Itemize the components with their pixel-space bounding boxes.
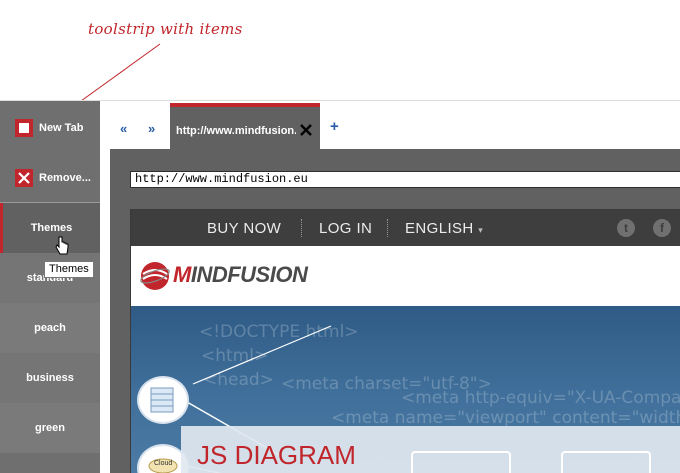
scroll-back-button[interactable]: « [120,121,127,136]
hero-title: JS DIAGRAM [197,440,356,470]
remove-icon [15,169,33,187]
buy-now-link[interactable]: BUY NOW [207,220,281,237]
theme-item-green[interactable]: green [0,403,100,453]
add-tab-button[interactable]: + [330,118,339,135]
new-tab-label: New Tab [39,122,84,134]
theme-label: peach [34,322,66,334]
chevron-down-icon: ▾ [478,225,484,235]
remove-button[interactable]: Remove... [0,153,100,203]
hand-cursor-icon [55,236,69,255]
themes-button[interactable]: Themes [0,203,100,253]
theme-label: green [35,422,65,434]
cloud-label: Cloud [154,460,173,467]
language-label: ENGLISH [405,220,474,237]
annotation-label: toolstrip with items [88,20,243,38]
facebook-icon[interactable]: f [653,219,671,237]
tab-mindfusion[interactable]: http://www.mindfusion... [170,103,320,149]
themes-tooltip: Themes [44,261,94,278]
web-view[interactable]: BUY NOW LOG IN ENGLISH ▾ t f MINDFUSION [130,209,680,473]
new-tab-icon [15,119,33,137]
address-bar[interactable]: http://www.mindfusion.eu [130,171,680,188]
site-nav-bar: BUY NOW LOG IN ENGLISH ▾ t f [131,210,680,246]
scroll-forward-button[interactable]: » [148,121,155,136]
logo-rest: INDFUSION [190,262,308,287]
twitter-icon[interactable]: t [617,219,635,237]
diagram-box [561,451,651,473]
diagram-box [411,451,511,473]
theme-item-business[interactable]: business [0,353,100,403]
site-header: MINDFUSION [131,246,680,306]
nav-separator [387,219,388,237]
diagram-node-table [137,376,189,424]
mindfusion-logo-icon [140,262,170,290]
close-tab-icon[interactable] [299,123,313,137]
tab-content: http://www.mindfusion.eu BUY NOW LOG IN … [110,149,680,473]
hero-banner: <!DOCTYPE html> <html> <head> <meta char… [131,306,680,473]
table-node-icon [150,387,174,413]
theme-item-peach[interactable]: peach [0,303,100,353]
themes-label: Themes [30,222,73,234]
new-tab-button[interactable]: New Tab [0,103,100,153]
language-dropdown[interactable]: ENGLISH ▾ [405,220,483,237]
theme-list: Themes standard peach business green [0,203,100,453]
tab-title: http://www.mindfusion... [176,125,296,137]
site-logo[interactable]: MINDFUSION [173,262,308,288]
toolstrip: New Tab Remove... Themes standard peach … [0,101,100,473]
tab-bar: « » http://www.mindfusion... + [100,101,680,149]
logo-prefix: M [173,262,191,287]
remove-label: Remove... [39,172,91,184]
theme-label: business [26,372,74,384]
log-in-link[interactable]: LOG IN [319,220,372,237]
nav-separator [301,219,302,237]
